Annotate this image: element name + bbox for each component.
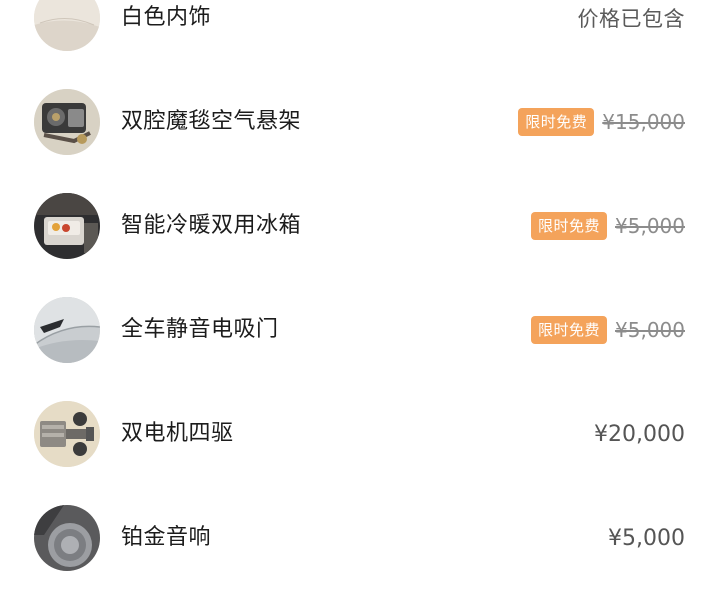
option-price: ¥5,000 [608, 525, 685, 551]
car-fridge-icon [34, 193, 100, 259]
option-price-area: 限时免费 ¥15,000 [518, 106, 685, 138]
option-list: 白色内饰 价格已包含 双腔魔毯空气悬架 限时免费 ¥15,000 智能冷暖双用冰… [0, 0, 720, 590]
original-price: ¥5,000 [615, 318, 685, 342]
option-row-car-fridge[interactable]: 智能冷暖双用冰箱 限时免费 ¥5,000 [0, 174, 720, 278]
option-price-area: 限时免费 ¥5,000 [531, 210, 685, 242]
soft-close-door-icon [34, 297, 100, 363]
price-included-text: 价格已包含 [577, 7, 685, 31]
option-name: 白色内饰 [121, 5, 212, 30]
option-price-area: 限时免费 ¥5,000 [531, 314, 685, 346]
option-row-soft-close-door[interactable]: 全车静音电吸门 限时免费 ¥5,000 [0, 278, 720, 382]
original-price: ¥15,000 [602, 110, 685, 134]
option-price-area: 价格已包含 [578, 2, 686, 34]
limited-free-badge: 限时免费 [518, 108, 595, 136]
limited-free-badge: 限时免费 [531, 316, 608, 344]
option-row-premium-audio[interactable]: 铂金音响 ¥5,000 [0, 486, 720, 590]
option-row-dual-motor-awd[interactable]: 双电机四驱 ¥20,000 [0, 382, 720, 486]
speaker-grille-icon [34, 505, 100, 571]
option-name: 双腔魔毯空气悬架 [121, 109, 302, 134]
limited-free-badge: 限时免费 [531, 212, 608, 240]
air-suspension-part-icon [34, 89, 100, 155]
option-name: 铂金音响 [121, 525, 212, 550]
option-row-air-suspension[interactable]: 双腔魔毯空气悬架 限时免费 ¥15,000 [0, 70, 720, 174]
option-row-white-interior[interactable]: 白色内饰 价格已包含 [0, 0, 720, 70]
option-price-area: ¥5,000 [608, 522, 685, 554]
white-interior-swatch-icon [34, 0, 100, 51]
option-name: 双电机四驱 [121, 421, 234, 446]
option-name: 智能冷暖双用冰箱 [121, 213, 302, 238]
option-price-area: ¥20,000 [594, 418, 685, 450]
dual-motor-chassis-icon [34, 401, 100, 467]
original-price: ¥5,000 [615, 214, 685, 238]
option-name: 全车静音电吸门 [121, 317, 279, 342]
option-price: ¥20,000 [594, 421, 685, 447]
